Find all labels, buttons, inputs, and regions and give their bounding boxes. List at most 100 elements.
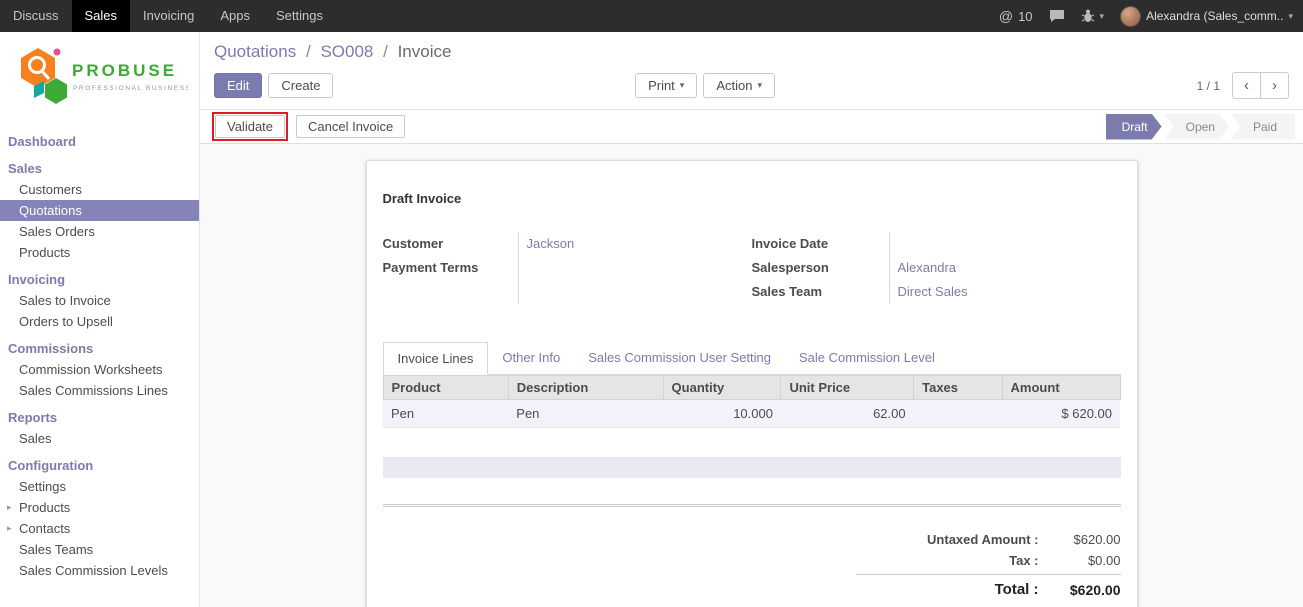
sidebar-item-label: Products [19, 500, 70, 515]
cell-amount: $ 620.00 [1002, 400, 1120, 428]
sidebar-item-config-contacts[interactable]: ▸Contacts [0, 518, 199, 539]
notebook-tabs: Invoice Lines Other Info Sales Commissio… [383, 342, 1121, 375]
menu-discuss[interactable]: Discuss [0, 0, 72, 32]
salesperson-value[interactable]: Alexandra [898, 256, 1121, 280]
tab-sales-commission-user-setting[interactable]: Sales Commission User Setting [574, 342, 785, 375]
cell-description: Pen [508, 400, 663, 428]
sidebar-item-config-products[interactable]: ▸ Products [0, 497, 199, 518]
sidebar-heading-invoicing[interactable]: Invoicing [0, 269, 199, 290]
expand-caret-icon: ▸ [7, 500, 12, 515]
col-header-product[interactable]: Product [383, 376, 508, 400]
col-header-amount[interactable]: Amount [1002, 376, 1120, 400]
customer-value[interactable]: Jackson [527, 232, 752, 256]
status-step-open[interactable]: Open [1164, 114, 1229, 140]
menu-sales[interactable]: Sales [72, 0, 131, 32]
status-step-draft[interactable]: Draft [1106, 114, 1162, 140]
total-value: $620.00 [1039, 582, 1121, 598]
invoice-state-title: Draft Invoice [383, 191, 1121, 206]
col-header-taxes[interactable]: Taxes [914, 376, 1002, 400]
breadcrumb-so008[interactable]: SO008 [320, 42, 373, 61]
table-row[interactable]: Pen Pen 10.000 62.00 $ 620.00 [383, 400, 1120, 428]
menu-invoicing[interactable]: Invoicing [130, 0, 207, 32]
messages-button[interactable] [1049, 9, 1065, 23]
action-label: Action [716, 78, 752, 93]
list-footer-strip [383, 457, 1121, 478]
sidebar: PROBUSE PROFESSIONAL BUSINESS Dashboard … [0, 32, 200, 607]
payment-terms-value[interactable] [527, 256, 752, 280]
col-header-unit-price[interactable]: Unit Price [781, 376, 914, 400]
sales-team-label: Sales Team [752, 280, 889, 304]
debug-menu[interactable]: ▾ [1081, 9, 1105, 23]
cell-unit-price: 62.00 [781, 400, 914, 428]
expand-caret-icon: ▸ [7, 521, 12, 536]
customer-label: Customer [383, 232, 518, 256]
breadcrumb-invoice: Invoice [398, 42, 452, 61]
sidebar-heading-sales[interactable]: Sales [0, 158, 199, 179]
sidebar-item-sales-commission-levels[interactable]: Sales Commission Levels [0, 560, 199, 581]
menu-apps[interactable]: Apps [207, 0, 263, 32]
chat-icon [1049, 9, 1065, 23]
company-logo: PROBUSE PROFESSIONAL BUSINESS [0, 32, 199, 131]
salesperson-label: Salesperson [752, 256, 889, 280]
tax-label: Tax : [856, 553, 1039, 568]
payment-terms-label: Payment Terms [383, 256, 518, 280]
nav-section-invoicing: Invoicing Sales to Invoice Orders to Ups… [0, 269, 199, 332]
sidebar-heading-configuration[interactable]: Configuration [0, 455, 199, 476]
chevron-down-icon: ▾ [757, 80, 762, 91]
total-label: Total : [856, 581, 1039, 598]
user-name: Alexandra (Sales_comm.. [1146, 9, 1283, 23]
sidebar-heading-commissions[interactable]: Commissions [0, 338, 199, 359]
sidebar-item-sales-orders[interactable]: Sales Orders [0, 221, 199, 242]
sidebar-item-commission-worksheets[interactable]: Commission Worksheets [0, 359, 199, 380]
avatar [1120, 6, 1141, 27]
sidebar-item-sales-to-invoice[interactable]: Sales to Invoice [0, 290, 199, 311]
sidebar-heading-reports[interactable]: Reports [0, 407, 199, 428]
tab-other-info[interactable]: Other Info [488, 342, 574, 375]
pager-previous-button[interactable]: ‹ [1232, 72, 1261, 99]
sidebar-item-reports-sales[interactable]: Sales [0, 428, 199, 449]
tab-sale-commission-level[interactable]: Sale Commission Level [785, 342, 949, 375]
menu-settings[interactable]: Settings [263, 0, 336, 32]
sidebar-item-orders-to-upsell[interactable]: Orders to Upsell [0, 311, 199, 332]
invoice-sheet: Draft Invoice Customer Payment Terms Jac… [366, 160, 1138, 607]
cell-taxes [914, 400, 1002, 428]
sidebar-item-sales-commissions-lines[interactable]: Sales Commissions Lines [0, 380, 199, 401]
main-area: Quotations / SO008 / Invoice Edit Create… [200, 32, 1303, 607]
mention-counter[interactable]: @ 10 [999, 8, 1033, 24]
print-button[interactable]: Print▾ [635, 73, 697, 98]
sales-team-value[interactable]: Direct Sales [898, 280, 1121, 304]
pager-value: 1 / 1 [1197, 79, 1220, 93]
invoice-date-value[interactable] [898, 232, 1121, 256]
edit-button[interactable]: Edit [214, 73, 262, 98]
chevron-down-icon: ▾ [1100, 11, 1105, 22]
col-header-description[interactable]: Description [508, 376, 663, 400]
topbar-right: @ 10 ▾ Alexandra (Sales_comm.. ▾ [999, 6, 1293, 27]
tab-invoice-lines[interactable]: Invoice Lines [383, 342, 489, 375]
status-steps: Draft Open Paid [1104, 114, 1295, 140]
sidebar-item-sales-teams[interactable]: Sales Teams [0, 539, 199, 560]
col-header-quantity[interactable]: Quantity [663, 376, 781, 400]
sidebar-item-quotations[interactable]: Quotations [0, 200, 199, 221]
breadcrumb-quotations[interactable]: Quotations [214, 42, 296, 61]
statusbar: Validate Cancel Invoice Draft Open Paid [200, 110, 1303, 144]
status-step-paid[interactable]: Paid [1231, 114, 1295, 140]
cell-product[interactable]: Pen [383, 400, 508, 428]
mention-icon: @ [999, 8, 1013, 24]
bug-icon [1081, 9, 1095, 23]
invoice-date-label: Invoice Date [752, 232, 889, 256]
validate-button[interactable]: Validate [215, 115, 285, 138]
create-button[interactable]: Create [268, 73, 333, 98]
logo-text: PROBUSE [72, 61, 177, 80]
sidebar-item-customers[interactable]: Customers [0, 179, 199, 200]
sidebar-item-dashboard[interactable]: Dashboard [0, 131, 199, 152]
untaxed-amount-label: Untaxed Amount : [856, 532, 1039, 547]
user-menu[interactable]: Alexandra (Sales_comm.. ▾ [1120, 6, 1293, 27]
nav-section-dashboard: Dashboard [0, 131, 199, 152]
cancel-invoice-button[interactable]: Cancel Invoice [296, 115, 405, 138]
action-button[interactable]: Action ▾ [703, 73, 775, 98]
sidebar-item-settings[interactable]: Settings [0, 476, 199, 497]
pager-next-button[interactable]: › [1260, 72, 1289, 99]
invoice-lines-table: Product Description Quantity Unit Price … [383, 375, 1121, 428]
breadcrumb: Quotations / SO008 / Invoice [214, 42, 1289, 62]
sidebar-item-products[interactable]: Products [0, 242, 199, 263]
